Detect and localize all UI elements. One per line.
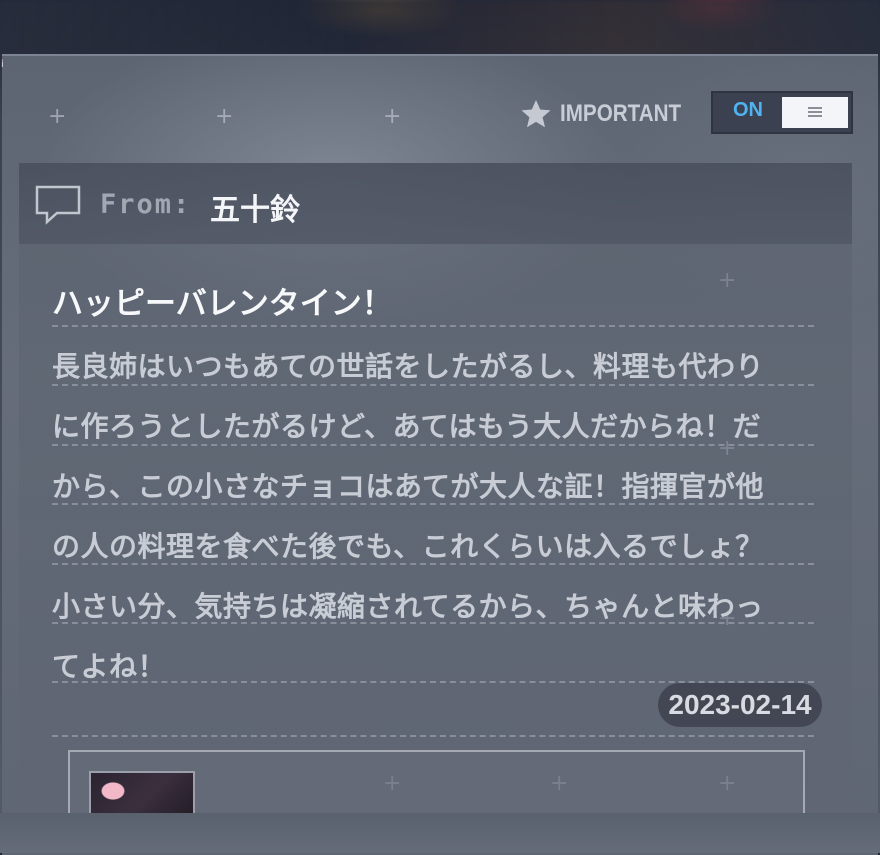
from-label: From: xyxy=(100,189,192,220)
corner-marker: i xyxy=(1,59,4,70)
plus-decoration: + xyxy=(383,104,402,129)
toggle-state-label: ON xyxy=(733,99,763,121)
ruled-line xyxy=(52,622,814,624)
sender-name: 五十鈴 xyxy=(210,193,300,228)
plus-decoration: + xyxy=(215,104,234,129)
ruled-line xyxy=(52,444,814,446)
important-filter: IMPORTANT xyxy=(520,97,701,131)
ruled-line xyxy=(52,325,814,327)
star-icon xyxy=(521,100,551,128)
mail-body-line: 長良姉はいつもあての世話をしたがるし、料理も代わり xyxy=(52,350,764,383)
ruled-line xyxy=(52,735,814,737)
toggle-knob[interactable] xyxy=(782,97,848,128)
menu-lines-icon xyxy=(808,107,822,117)
mail-body-line: てよね！ xyxy=(52,650,167,683)
mail-body-line: 小さい分、気持ちは凝縮されてるから、ちゃんと味わっ xyxy=(52,590,764,623)
panel-bottom xyxy=(0,813,880,853)
important-toggle[interactable]: ON xyxy=(711,91,853,134)
mail-card: From: 五十鈴 ハッピーバレンタイン！ 長良姉はいつもあての世話をしたがるし… xyxy=(19,163,852,831)
ruled-line xyxy=(52,563,814,565)
mail-date: 2023-02-14 xyxy=(658,683,822,727)
ruled-line xyxy=(52,384,814,386)
mail-header: From: 五十鈴 xyxy=(19,163,852,244)
attachment-box[interactable] xyxy=(68,750,805,831)
important-label: IMPORTANT xyxy=(560,100,682,127)
ruled-line xyxy=(52,503,814,505)
plus-decoration: + xyxy=(48,104,67,129)
mail-body-line: の人の料理を食べた後でも、これくらいは入るでしょ？ xyxy=(52,530,764,563)
message-icon xyxy=(35,185,81,225)
mail-body-line: に作ろうとしたがるけど、あてはもう大人だからね！だ xyxy=(52,410,762,443)
mail-title: ハッピーバレンタイン！ xyxy=(52,286,393,322)
mail-body-line: から、この小さなチョコはあてが大人な証！指揮官が他 xyxy=(52,470,764,503)
background-top-strip xyxy=(0,0,880,55)
